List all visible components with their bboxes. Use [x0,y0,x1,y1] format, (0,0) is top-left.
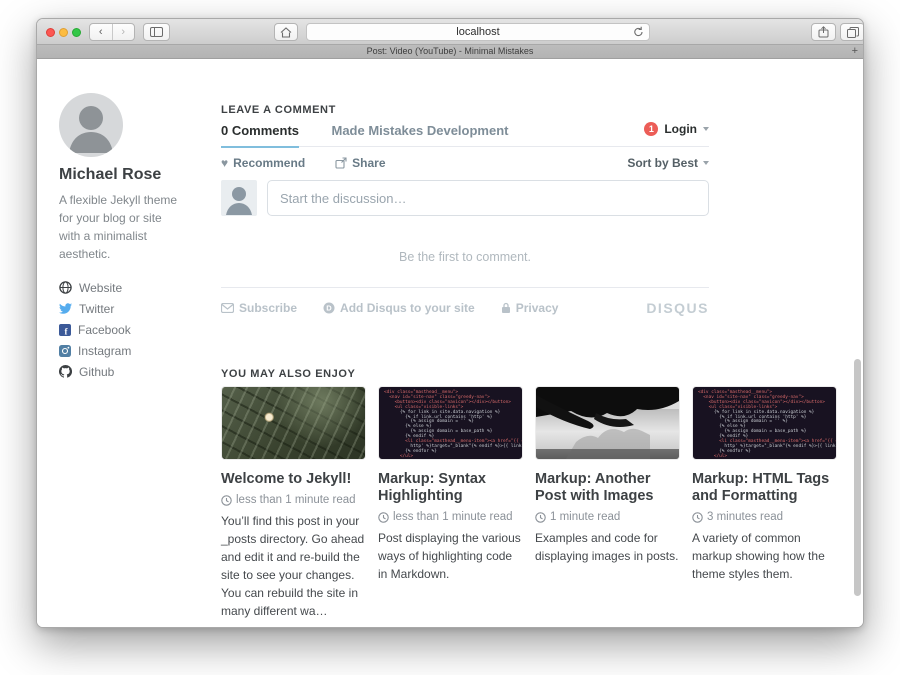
notification-badge: 1 [644,122,658,136]
avatar [59,93,123,157]
disqus-action-row: ♥ Recommend Share Sort by Best [221,156,709,170]
related-posts: Welcome to Jekyll! less than 1 minute re… [221,386,837,620]
post-title[interactable]: Markup: Another Post with Images [535,471,680,505]
related-post-card[interactable]: Welcome to Jekyll! less than 1 minute re… [221,386,366,620]
author-links: Website Twitter f Facebook Instagram Git… [59,281,199,378]
comment-count-tab[interactable]: 0 Comments [221,123,299,148]
disqus-logo[interactable]: DISQUS [646,300,709,316]
comment-input[interactable] [267,180,709,216]
sort-selector[interactable]: Sort by Best [627,156,709,170]
tab-bar: Post: Video (YouTube) - Minimal Mistakes… [37,45,863,59]
post-thumbnail[interactable]: <div class="masthead__menu"> <nav id="si… [692,386,837,460]
forum-name-tab[interactable]: Made Mistakes Development [331,123,508,138]
post-thumbnail[interactable] [535,386,680,460]
author-profile: Michael Rose A flexible Jekyll theme for… [59,93,199,386]
website-icon [59,281,72,294]
login-control[interactable]: 1 Login [644,122,709,136]
post-title[interactable]: Markup: HTML Tags and Formatting [692,471,837,505]
chevron-down-icon [703,127,709,131]
author-bio: A flexible Jekyll theme for your blog or… [59,191,185,263]
related-post-card[interactable]: <div class="masthead__menu"> <nav id="si… [692,386,837,620]
sidebar-link-facebook[interactable]: f Facebook [59,323,199,336]
refresh-icon[interactable] [633,26,644,38]
heart-icon: ♥ [221,156,228,170]
post-excerpt: Post displaying the various ways of high… [378,529,523,583]
envelope-icon [221,303,234,313]
sidebar-link-website[interactable]: Website [59,281,199,294]
divider [221,287,709,288]
share-button[interactable] [811,23,836,41]
post-thumbnail[interactable] [221,386,366,460]
show-tabs-button[interactable] [840,23,864,41]
post-excerpt: A variety of common markup showing how t… [692,529,837,583]
post-excerpt: You’ll find this post in your _posts dir… [221,512,366,620]
post-read-time: 3 minutes read [692,511,837,523]
share-thread-button[interactable]: Share [335,156,385,170]
svg-text:D: D [326,304,332,313]
post-excerpt: Examples and code for displaying images … [535,529,680,565]
clock-icon [535,512,546,523]
scrollbar-thumb[interactable] [854,359,861,596]
back-button[interactable]: ‹ [90,24,112,40]
browser-toolbar: ‹ › localhost [37,19,863,45]
share-icon [818,26,829,38]
sidebar-toggle-button[interactable] [143,23,170,41]
facebook-icon: f [59,324,71,336]
home-icon [280,27,292,38]
clock-icon [692,512,703,523]
author-name: Michael Rose [59,166,199,184]
github-icon [59,365,72,378]
recommend-button[interactable]: ♥ Recommend [221,156,305,170]
active-tab[interactable]: Post: Video (YouTube) - Minimal Mistakes [37,46,863,56]
nav-button-group: ‹ › [89,23,135,41]
browser-window: ‹ › localhost [36,18,864,628]
disqus-tab-row: 0 Comments Made Mistakes Development 1 L… [221,122,709,147]
post-title[interactable]: Welcome to Jekyll! [221,471,366,488]
subscribe-link[interactable]: Subscribe [221,301,297,315]
address-bar[interactable]: localhost [306,23,650,41]
close-window-button[interactable] [46,28,55,37]
related-post-card[interactable]: Markup: Another Post with Images 1 minut… [535,386,680,620]
forward-button[interactable]: › [112,24,135,40]
share-thread-icon [335,157,347,169]
new-tab-button[interactable]: + [852,45,858,58]
sidebar-link-github[interactable]: Github [59,365,199,378]
sidebar-icon [150,27,163,37]
guest-avatar [221,180,257,216]
zoom-window-button[interactable] [72,28,81,37]
login-label: Login [664,122,697,136]
post-thumbnail[interactable]: <div class="masthead__menu"> <nav id="si… [378,386,523,460]
clock-icon [378,512,389,523]
post-read-time: less than 1 minute read [221,494,366,506]
post-read-time: 1 minute read [535,511,680,523]
tabs-overview-icon [847,27,859,38]
chevron-down-icon [703,161,709,165]
url-text: localhost [307,26,649,38]
home-button[interactable] [274,23,298,41]
sidebar-link-twitter[interactable]: Twitter [59,302,199,315]
related-post-card[interactable]: <div class="masthead__menu"> <nav id="si… [378,386,523,620]
post-title[interactable]: Markup: Syntax Highlighting [378,471,523,505]
privacy-link[interactable]: Privacy [501,301,559,315]
clock-icon [221,495,232,506]
lock-icon [501,302,511,314]
post-read-time: less than 1 minute read [378,511,523,523]
disqus-d-icon: D [323,302,335,314]
related-heading: YOU MAY ALSO ENJOY [221,368,355,380]
empty-state-text: Be the first to comment. [221,250,709,264]
comments-heading: LEAVE A COMMENT [221,104,336,116]
sidebar-link-instagram[interactable]: Instagram [59,344,199,357]
page-content: Michael Rose A flexible Jekyll theme for… [37,60,863,628]
instagram-icon [59,345,71,357]
minimize-window-button[interactable] [59,28,68,37]
comment-composer [221,180,709,216]
add-disqus-link[interactable]: D Add Disqus to your site [323,301,475,315]
disqus-footer: Subscribe D Add Disqus to your site Priv… [221,300,709,316]
twitter-icon [59,303,72,314]
